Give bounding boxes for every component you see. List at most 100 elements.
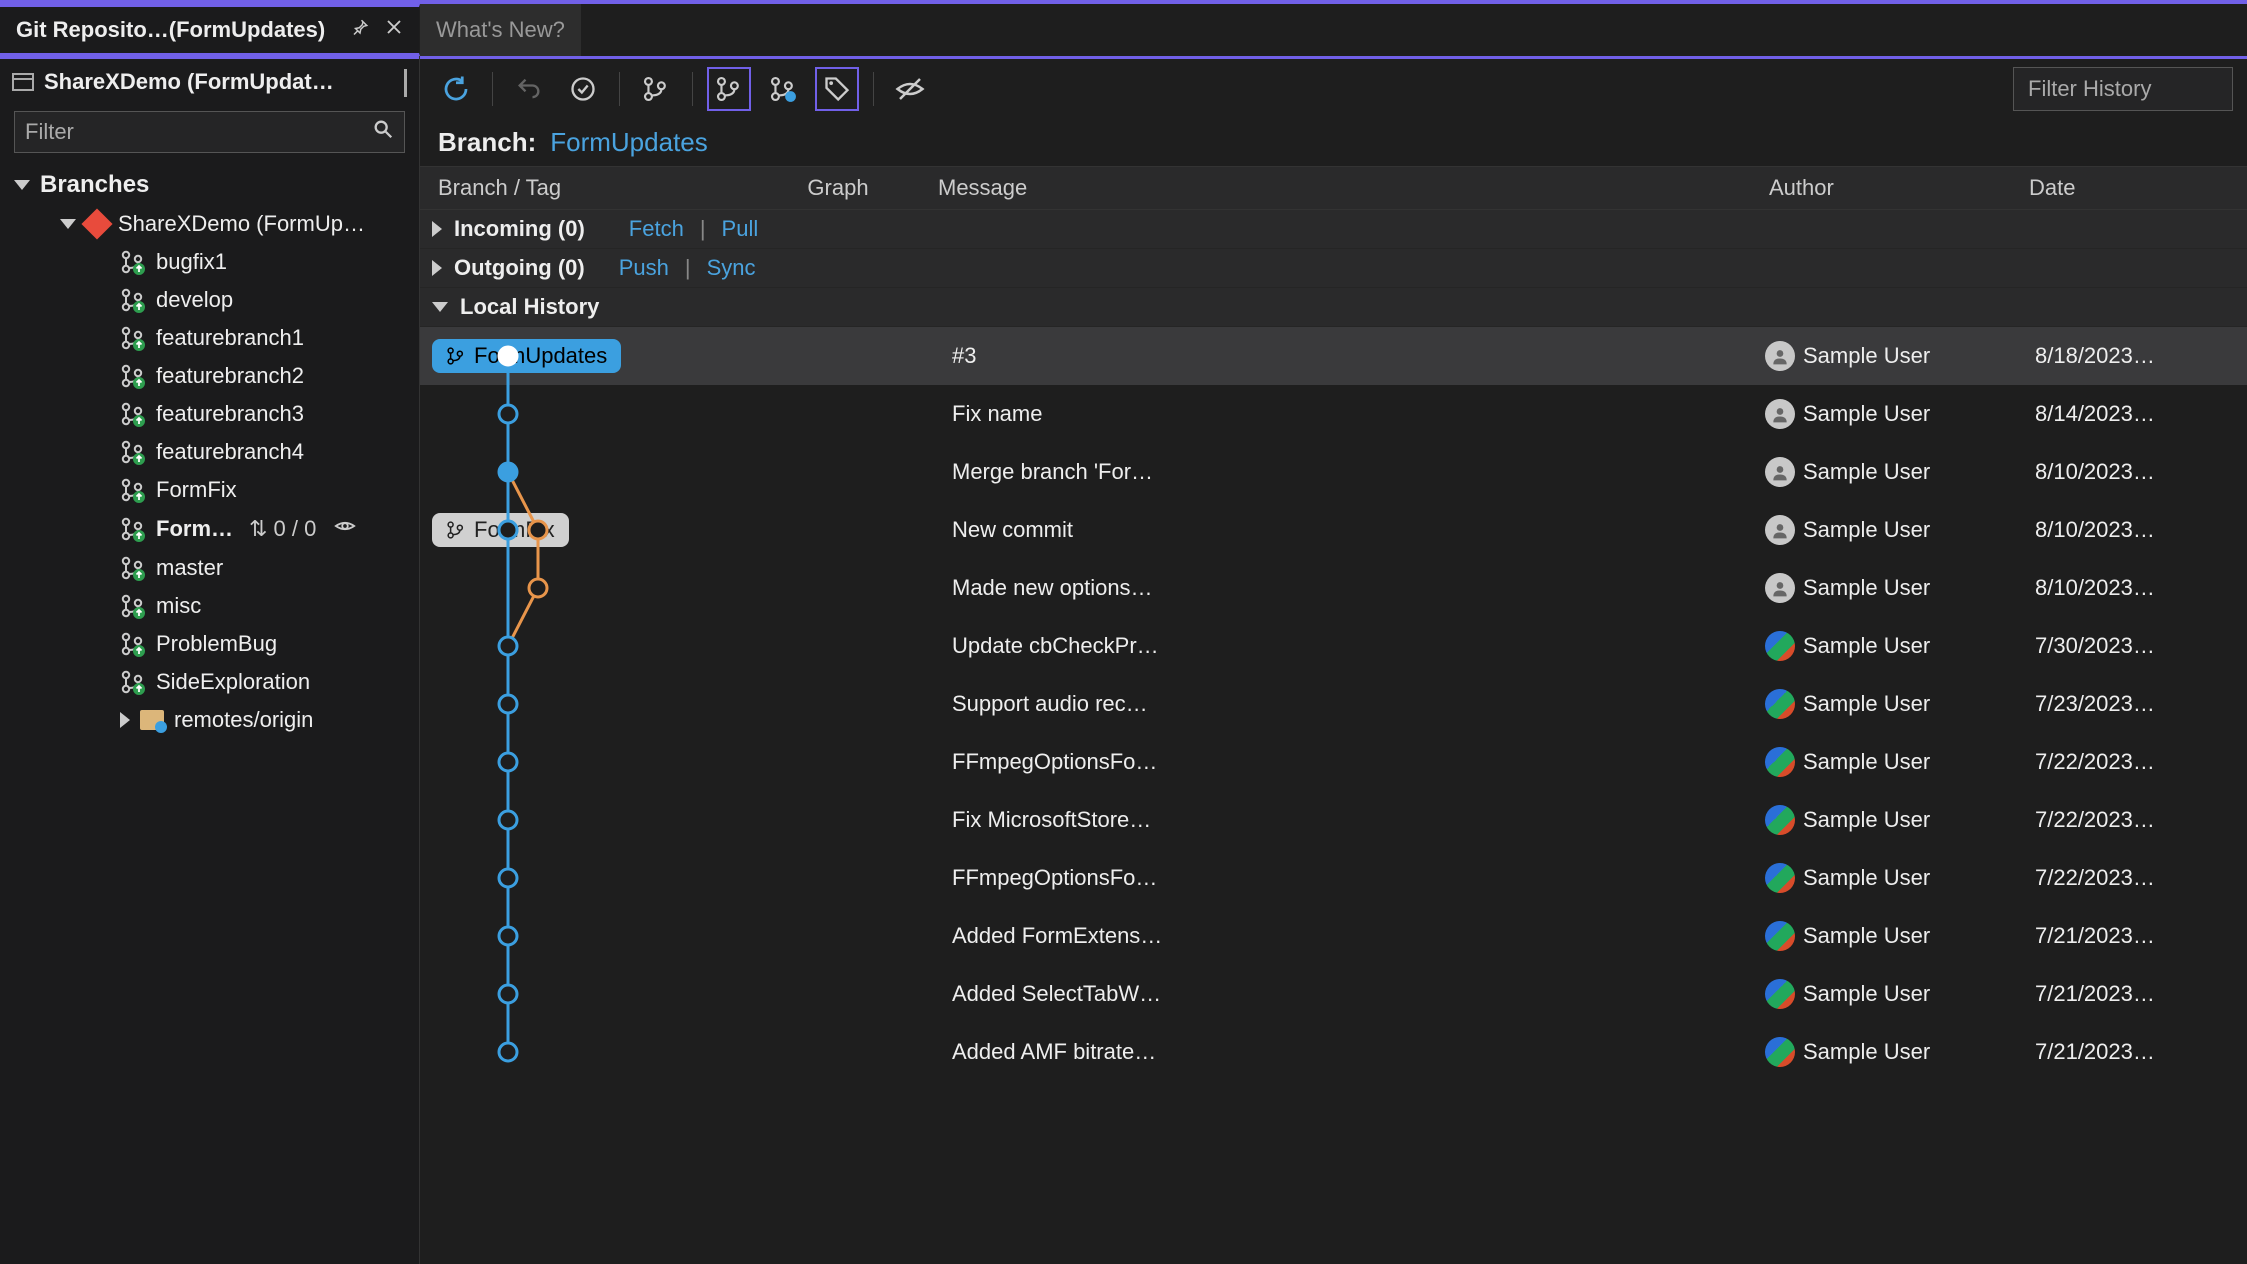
local-history-section[interactable]: Local History xyxy=(420,288,2247,327)
column-branch[interactable]: Branch / Tag xyxy=(438,175,738,201)
tab-bar: Git Reposito…(FormUpdates) What's New? xyxy=(0,4,2247,56)
incoming-section[interactable]: Incoming (0) Fetch | Pull xyxy=(420,210,2247,249)
filter-history-input[interactable]: Filter History xyxy=(2013,67,2233,111)
author-name: Sample User xyxy=(1803,749,1930,775)
branch-item[interactable]: Form… ⇅ 0 / 0 xyxy=(0,509,419,549)
history-row[interactable]: Added FormExtens… Sample User 7/21/2023… xyxy=(420,907,2247,965)
branch-item[interactable]: featurebranch1 xyxy=(0,319,419,357)
history-row[interactable]: FFmpegOptionsFo… Sample User 7/22/2023… xyxy=(420,733,2247,791)
history-row[interactable]: Merge branch 'For… Sample User 8/10/2023… xyxy=(420,443,2247,501)
outgoing-section[interactable]: Outgoing (0) Push | Sync xyxy=(420,249,2247,288)
history-row[interactable]: Made new options… Sample User 8/10/2023… xyxy=(420,559,2247,617)
history-row[interactable]: Added AMF bitrate… Sample User 7/21/2023… xyxy=(420,1023,2247,1081)
branch-item[interactable]: featurebranch4 xyxy=(0,433,419,471)
history-list: FormUpdates #3 Sample User 8/18/2023… Fi… xyxy=(420,327,2247,1081)
branch-item[interactable]: FormFix xyxy=(0,471,419,509)
commit-date: 8/10/2023… xyxy=(2035,517,2235,543)
commit-message: Added FormExtens… xyxy=(952,923,1755,949)
commit-message: Fix MicrosoftStore… xyxy=(952,807,1755,833)
branch-pill[interactable]: FormUpdates xyxy=(432,339,621,373)
branch-pill[interactable]: FormFix xyxy=(432,513,569,547)
author-name: Sample User xyxy=(1803,923,1930,949)
author-avatar xyxy=(1765,921,1795,951)
fetch-link[interactable]: Fetch xyxy=(629,216,684,242)
history-row[interactable]: Support audio rec… Sample User 7/23/2023… xyxy=(420,675,2247,733)
expander-icon xyxy=(432,302,448,312)
branch-item[interactable]: ProblemBug xyxy=(0,625,419,663)
git-repo-icon xyxy=(81,208,112,239)
history-row[interactable]: Fix MicrosoftStore… Sample User 7/22/202… xyxy=(420,791,2247,849)
close-icon[interactable] xyxy=(385,18,403,42)
author-avatar xyxy=(1765,689,1795,719)
author-name: Sample User xyxy=(1803,575,1930,601)
search-icon[interactable] xyxy=(372,118,394,146)
branch-name: bugfix1 xyxy=(156,249,227,275)
author-avatar xyxy=(1765,573,1795,603)
column-author[interactable]: Author xyxy=(1769,175,2029,201)
column-message[interactable]: Message xyxy=(938,175,1769,201)
show-tags-button[interactable] xyxy=(815,67,859,111)
branch-name: ProblemBug xyxy=(156,631,277,657)
sidebar: ShareXDemo (FormUpdat… Branches ShareXDe… xyxy=(0,56,420,1264)
branch-name: SideExploration xyxy=(156,669,310,695)
branch-name: Form… xyxy=(156,516,233,542)
tab-whats-new[interactable]: What's New? xyxy=(420,4,582,56)
branch-icon xyxy=(120,631,146,657)
author-name: Sample User xyxy=(1803,981,1930,1007)
history-row[interactable]: Update cbCheckPr… Sample User 7/30/2023… xyxy=(420,617,2247,675)
history-row[interactable]: FormUpdates #3 Sample User 8/18/2023… xyxy=(420,327,2247,385)
history-columns: Branch / Tag Graph Message Author Date xyxy=(420,166,2247,210)
author-avatar xyxy=(1765,805,1795,835)
branch-item[interactable]: misc xyxy=(0,587,419,625)
sidebar-filter[interactable] xyxy=(14,111,405,153)
branch-item[interactable]: SideExploration xyxy=(0,663,419,701)
author-name: Sample User xyxy=(1803,807,1930,833)
author-name: Sample User xyxy=(1803,459,1930,485)
commit-checkmark-button[interactable] xyxy=(561,67,605,111)
branch-counts: ⇅ 0 / 0 xyxy=(249,516,316,542)
sidebar-title: ShareXDemo (FormUpdat… xyxy=(44,69,394,95)
column-date[interactable]: Date xyxy=(2029,175,2229,201)
pull-link[interactable]: Pull xyxy=(722,216,759,242)
commit-date: 7/22/2023… xyxy=(2035,807,2235,833)
pin-icon[interactable] xyxy=(351,18,369,42)
commit-date: 7/21/2023… xyxy=(2035,923,2235,949)
hide-button[interactable] xyxy=(888,67,932,111)
show-remote-branches-button[interactable] xyxy=(761,67,805,111)
history-row[interactable]: FFmpegOptionsFo… Sample User 7/22/2023… xyxy=(420,849,2247,907)
collapse-sidebar-button[interactable] xyxy=(404,69,407,95)
push-link[interactable]: Push xyxy=(619,255,669,281)
column-graph[interactable]: Graph xyxy=(738,175,938,201)
author-avatar xyxy=(1765,399,1795,429)
repo-node[interactable]: ShareXDemo (FormUp… xyxy=(0,205,419,243)
branches-section[interactable]: Branches xyxy=(0,165,419,205)
commit-message: FFmpegOptionsFo… xyxy=(952,865,1755,891)
watch-icon[interactable] xyxy=(334,515,356,543)
branch-item[interactable]: featurebranch2 xyxy=(0,357,419,395)
branch-item[interactable]: featurebranch3 xyxy=(0,395,419,433)
history-row[interactable]: Added SelectTabW… Sample User 7/21/2023… xyxy=(420,965,2247,1023)
author-avatar xyxy=(1765,457,1795,487)
branch-item[interactable]: master xyxy=(0,549,419,587)
refresh-button[interactable] xyxy=(434,67,478,111)
sidebar-filter-input[interactable] xyxy=(25,119,372,145)
remotes-node[interactable]: remotes/origin xyxy=(0,701,419,739)
commit-message: Update cbCheckPr… xyxy=(952,633,1755,659)
history-row[interactable]: FormFix New commit Sample User 8/10/2023… xyxy=(420,501,2247,559)
branch-item[interactable]: bugfix1 xyxy=(0,243,419,281)
branch-item[interactable]: develop xyxy=(0,281,419,319)
branch-icon xyxy=(120,287,146,313)
history-row[interactable]: Fix name Sample User 8/14/2023… xyxy=(420,385,2247,443)
commit-date: 7/21/2023… xyxy=(2035,1039,2235,1065)
commit-date: 8/10/2023… xyxy=(2035,575,2235,601)
tab-git-repository[interactable]: Git Reposito…(FormUpdates) xyxy=(0,4,420,56)
show-local-branches-button[interactable] xyxy=(707,67,751,111)
branch-button[interactable] xyxy=(634,67,678,111)
sync-link[interactable]: Sync xyxy=(707,255,756,281)
author-avatar xyxy=(1765,341,1795,371)
author-avatar xyxy=(1765,979,1795,1009)
commit-message: New commit xyxy=(952,517,1755,543)
current-branch-link[interactable]: FormUpdates xyxy=(550,127,708,158)
tab-title: Git Reposito…(FormUpdates) xyxy=(16,17,325,43)
branch-name: featurebranch3 xyxy=(156,401,304,427)
